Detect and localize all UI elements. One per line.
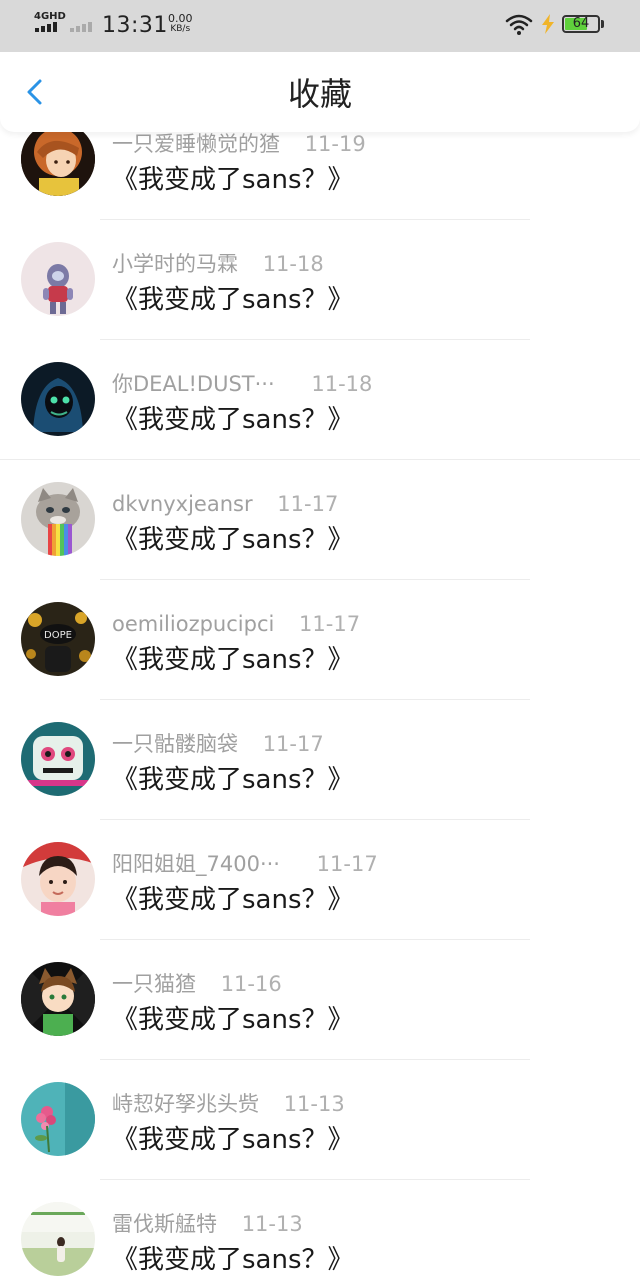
nav-bar: 收藏	[0, 52, 640, 132]
list-item[interactable]: 雷伐斯艋特 11-13 《我变成了sans？》	[0, 1180, 640, 1278]
item-title[interactable]: 《我变成了sans？》	[112, 162, 354, 198]
item-meta: 雷伐斯艋特 11-13	[112, 1210, 303, 1238]
list-item[interactable]: dkvnyxjeansr 11-17 《我变成了sans？》	[0, 460, 640, 580]
avatar[interactable]	[21, 242, 95, 316]
item-date: 11-17	[262, 732, 324, 756]
signal-icon	[35, 22, 57, 32]
item-meta: 一只骷髅脑袋 11-17	[112, 730, 324, 758]
author-name[interactable]: 你DEAL!DUST···	[112, 370, 275, 398]
item-title[interactable]: 《我变成了sans？》	[112, 1122, 354, 1158]
avatar[interactable]	[21, 122, 95, 196]
author-name[interactable]: 峙恝好孥兆头赀	[112, 1090, 259, 1118]
item-date: 11-17	[277, 492, 339, 516]
charging-bolt-icon	[542, 14, 554, 34]
item-date: 11-17	[316, 852, 378, 876]
author-name[interactable]: 一只猫猹	[112, 970, 196, 998]
item-date: 11-19	[304, 132, 366, 156]
signal-secondary-icon	[70, 22, 92, 32]
item-title[interactable]: 《我变成了sans？》	[112, 522, 354, 558]
network-type-label: 4GHD	[34, 11, 66, 22]
svg-text:DOPE: DOPE	[44, 630, 72, 641]
author-name[interactable]: 一只爱睡懒觉的猹	[112, 130, 280, 158]
list-item[interactable]: 一只猫猹 11-16 《我变成了sans？》	[0, 940, 640, 1060]
page-title: 收藏	[287, 75, 352, 113]
item-meta: 阳阳姐姐_7400··· 11-17	[112, 850, 378, 878]
avatar[interactable]	[21, 962, 95, 1036]
list-item[interactable]: 你DEAL!DUST··· 11-18 《我变成了sans？》	[0, 340, 640, 460]
item-date: 11-18	[311, 372, 373, 396]
list-item[interactable]: DOPE oemiliozpucipci 11-17 《我变成了sans？》	[0, 580, 640, 700]
item-title[interactable]: 《我变成了sans？》	[112, 642, 354, 678]
battery-level: 64	[572, 16, 590, 31]
author-name[interactable]: 阳阳姐姐_7400···	[112, 850, 280, 878]
avatar[interactable]	[21, 722, 95, 796]
item-date: 11-16	[220, 972, 282, 996]
author-name[interactable]: dkvnyxjeansr	[112, 490, 253, 518]
status-time: 13:31	[102, 13, 168, 38]
item-title[interactable]: 《我变成了sans？》	[112, 402, 354, 438]
network-speed: 0.00 KB/s	[168, 13, 193, 35]
avatar[interactable]	[21, 482, 95, 556]
item-meta: 一只爱睡懒觉的猹 11-19	[112, 130, 366, 158]
item-meta: 你DEAL!DUST··· 11-18	[112, 370, 372, 398]
status-bar: 4GHD 13:31 0.00 KB/s 64	[0, 0, 640, 52]
author-name[interactable]: 雷伐斯艋特	[112, 1210, 217, 1238]
author-name[interactable]: oemiliozpucipci	[112, 610, 274, 638]
item-title[interactable]: 《我变成了sans？》	[112, 282, 354, 318]
item-meta: 一只猫猹 11-16	[112, 970, 282, 998]
wifi-icon	[505, 14, 533, 35]
author-name[interactable]: 一只骷髅脑袋	[112, 730, 238, 758]
item-meta: dkvnyxjeansr 11-17	[112, 490, 338, 518]
network-speed-unit: KB/s	[170, 24, 191, 34]
list-item[interactable]: 峙恝好孥兆头赀 11-13 《我变成了sans？》	[0, 1060, 640, 1180]
battery-icon: 64	[562, 15, 600, 33]
item-title[interactable]: 《我变成了sans？》	[112, 1002, 354, 1038]
network-speed-value: 0.00	[168, 12, 193, 25]
avatar[interactable]	[21, 842, 95, 916]
avatar[interactable]	[21, 362, 95, 436]
item-meta: 小学时的马霖 11-18	[112, 250, 324, 278]
item-title[interactable]: 《我变成了sans？》	[112, 762, 354, 798]
avatar[interactable]: DOPE	[21, 602, 95, 676]
item-title[interactable]: 《我变成了sans？》	[112, 882, 354, 918]
item-meta: oemiliozpucipci 11-17	[112, 610, 360, 638]
item-meta: 峙恝好孥兆头赀 11-13	[112, 1090, 345, 1118]
battery-tip	[601, 20, 604, 28]
item-date: 11-13	[241, 1212, 303, 1236]
item-title[interactable]: 《我变成了sans？》	[112, 1242, 354, 1278]
list-item[interactable]: 小学时的马霖 11-18 《我变成了sans？》	[0, 220, 640, 340]
favorites-list[interactable]: 一只爱睡懒觉的猹 11-19 《我变成了sans？》 小学时的马霖 11-18 …	[0, 0, 640, 1278]
item-date: 11-13	[283, 1092, 345, 1116]
avatar[interactable]	[21, 1202, 95, 1276]
list-item[interactable]: 一只骷髅脑袋 11-17 《我变成了sans？》	[0, 700, 640, 820]
item-date: 11-18	[262, 252, 324, 276]
avatar[interactable]	[21, 1082, 95, 1156]
item-date: 11-17	[299, 612, 361, 636]
list-item[interactable]: 阳阳姐姐_7400··· 11-17 《我变成了sans？》	[0, 820, 640, 940]
author-name[interactable]: 小学时的马霖	[112, 250, 238, 278]
